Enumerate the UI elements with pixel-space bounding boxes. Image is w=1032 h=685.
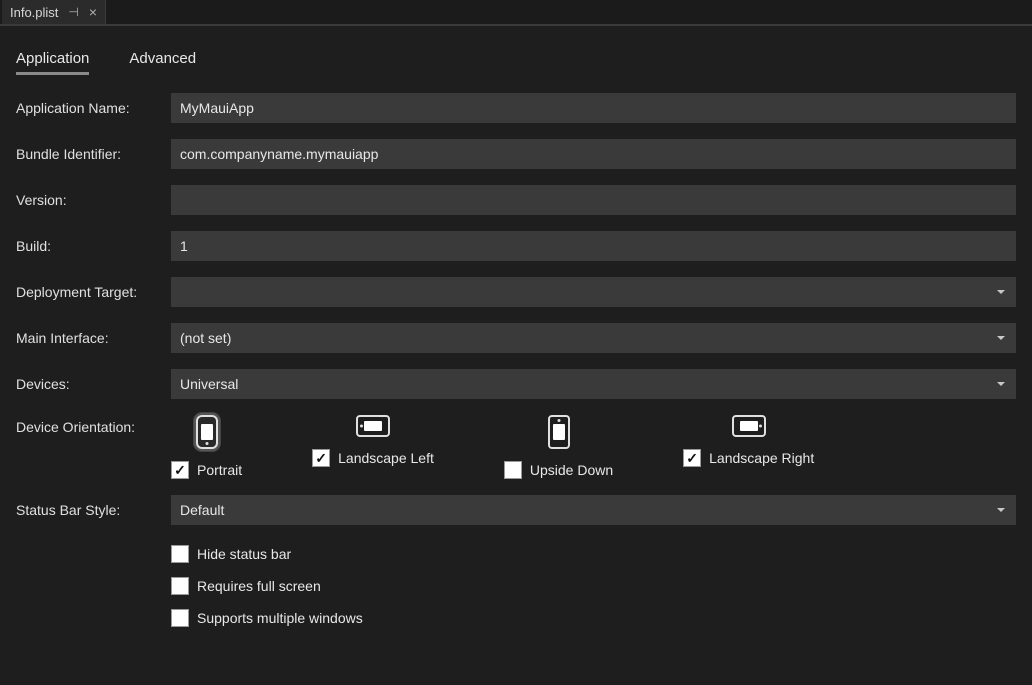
- chevron-down-icon: [997, 290, 1005, 294]
- label-app-name: Application Name:: [16, 100, 161, 116]
- app-name-input[interactable]: [171, 93, 1016, 123]
- build-input[interactable]: [171, 231, 1016, 261]
- checkbox-icon: [171, 609, 189, 627]
- status-bar-dropdown[interactable]: Default: [171, 495, 1016, 525]
- supports-multiple-windows-chk[interactable]: Supports multiple windows: [171, 609, 1016, 627]
- devices-dropdown[interactable]: Universal: [171, 369, 1016, 399]
- label-status-bar: Status Bar Style:: [16, 502, 161, 518]
- orientation-row: Portrait Landscape Left Upside Down: [171, 415, 1016, 479]
- tab-application[interactable]: Application: [16, 50, 89, 73]
- devices-value: Universal: [180, 376, 238, 392]
- version-input[interactable]: [171, 185, 1016, 215]
- label-deploy-target: Deployment Target:: [16, 284, 161, 300]
- label-main-interface: Main Interface:: [16, 330, 161, 346]
- deploy-target-dropdown[interactable]: [171, 277, 1016, 307]
- chevron-down-icon: [997, 336, 1005, 340]
- orientation-landscape-left-label: Landscape Left: [338, 450, 434, 466]
- requires-full-screen-chk[interactable]: Requires full screen: [171, 577, 1016, 595]
- device-landscape-right-icon[interactable]: [732, 415, 766, 437]
- checkbox-icon: [171, 545, 189, 563]
- orientation-landscape-left: Landscape Left: [312, 415, 434, 479]
- device-upside-down-icon[interactable]: [548, 415, 570, 449]
- status-bar-options: Hide status bar Requires full screen Sup…: [171, 541, 1016, 627]
- chevron-down-icon: [997, 508, 1005, 512]
- checkbox-icon: [504, 461, 522, 479]
- checkbox-icon: [171, 461, 189, 479]
- device-portrait-icon[interactable]: [196, 415, 218, 449]
- orientation-landscape-right: Landscape Right: [683, 415, 814, 479]
- orientation-portrait-label: Portrait: [197, 462, 242, 478]
- checkbox-icon: [312, 449, 330, 467]
- hide-status-bar-label: Hide status bar: [197, 546, 291, 562]
- document-tab-title: Info.plist: [10, 5, 58, 20]
- device-landscape-left-icon[interactable]: [356, 415, 390, 437]
- requires-full-screen-label: Requires full screen: [197, 578, 321, 594]
- chevron-down-icon: [997, 382, 1005, 386]
- main-interface-value: (not set): [180, 330, 231, 346]
- orientation-landscape-right-chk[interactable]: Landscape Right: [683, 449, 814, 467]
- status-bar-value: Default: [180, 502, 224, 518]
- label-device-orientation: Device Orientation:: [16, 415, 161, 435]
- checkbox-icon: [171, 577, 189, 595]
- document-tab-info-plist[interactable]: Info.plist ⊣ ×: [2, 0, 106, 24]
- pin-icon[interactable]: ⊣: [68, 6, 78, 18]
- tab-advanced[interactable]: Advanced: [129, 50, 196, 73]
- label-build: Build:: [16, 238, 161, 254]
- orientation-upside-down: Upside Down: [504, 415, 613, 479]
- bundle-id-input[interactable]: [171, 139, 1016, 169]
- label-devices: Devices:: [16, 376, 161, 392]
- hide-status-bar-chk[interactable]: Hide status bar: [171, 545, 1016, 563]
- orientation-portrait: Portrait: [171, 415, 242, 479]
- document-tab-strip: Info.plist ⊣ ×: [0, 0, 1032, 26]
- orientation-portrait-chk[interactable]: Portrait: [171, 461, 242, 479]
- main-interface-dropdown[interactable]: (not set): [171, 323, 1016, 353]
- orientation-upside-down-chk[interactable]: Upside Down: [504, 461, 613, 479]
- subtab-bar: Application Advanced: [16, 26, 1016, 83]
- label-bundle-id: Bundle Identifier:: [16, 146, 161, 162]
- orientation-upside-down-label: Upside Down: [530, 462, 613, 478]
- orientation-landscape-left-chk[interactable]: Landscape Left: [312, 449, 434, 467]
- orientation-landscape-right-label: Landscape Right: [709, 450, 814, 466]
- page-body: Application Advanced Application Name: B…: [0, 26, 1032, 643]
- checkbox-icon: [683, 449, 701, 467]
- close-icon[interactable]: ×: [89, 5, 97, 19]
- form-grid: Application Name: Bundle Identifier: Ver…: [16, 83, 1016, 627]
- supports-multiple-windows-label: Supports multiple windows: [197, 610, 363, 626]
- label-version: Version:: [16, 192, 161, 208]
